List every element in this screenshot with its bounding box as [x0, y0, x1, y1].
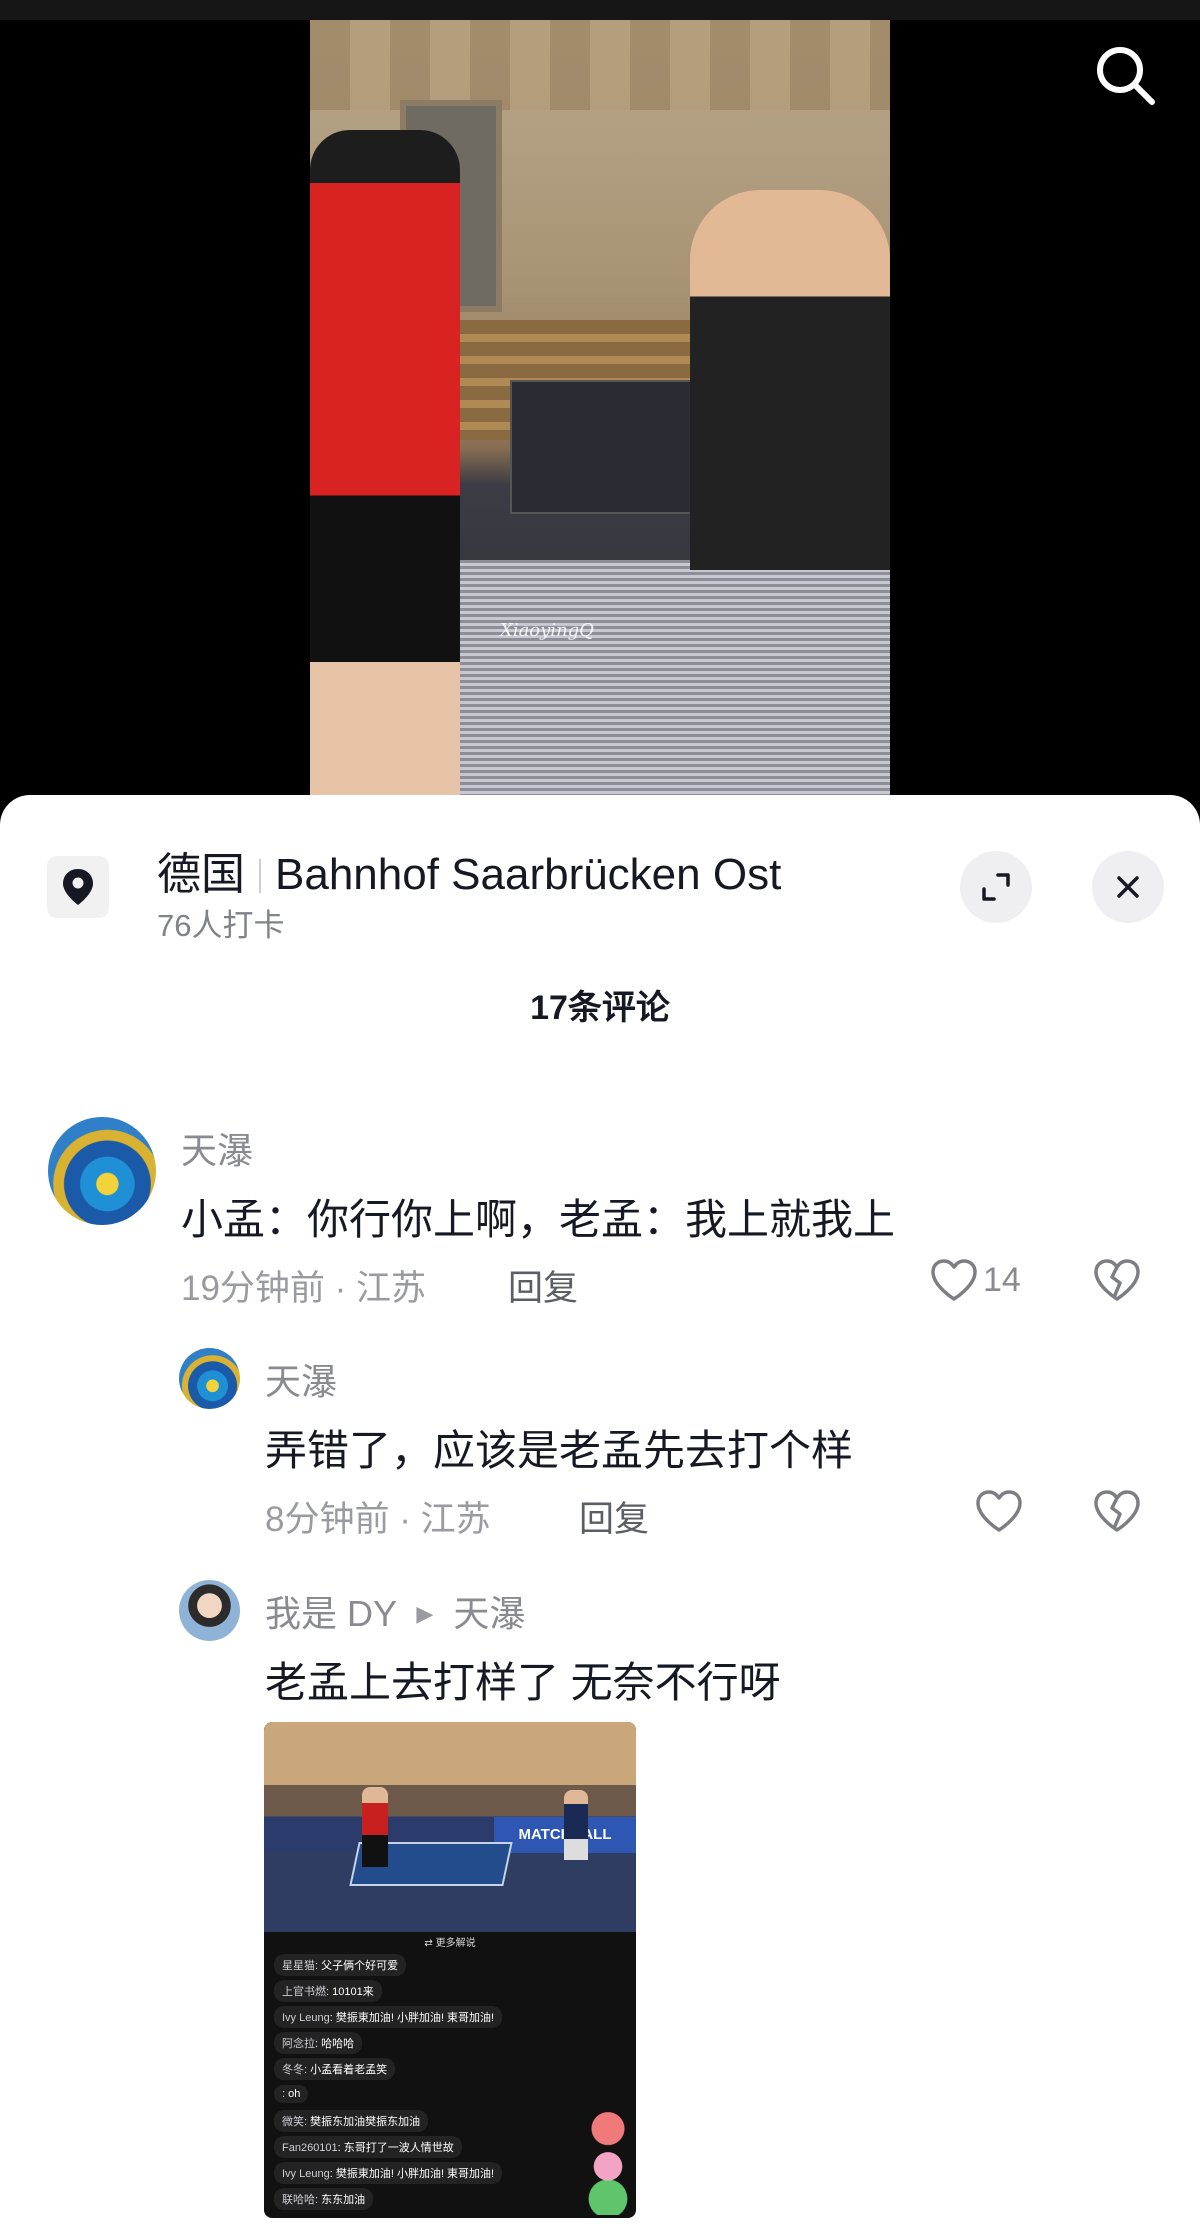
- avatar[interactable]: [179, 1580, 240, 1641]
- reply-to-username[interactable]: 天瀑: [453, 1593, 525, 1634]
- comment-region: 江苏: [356, 1269, 427, 1308]
- video-player[interactable]: XiaoyingQ: [310, 20, 890, 795]
- dislike-button[interactable]: [1092, 1257, 1142, 1308]
- expand-icon: [982, 873, 1010, 901]
- video-board: [440, 560, 890, 795]
- chat-message: 上官书燃: 10101来: [274, 1980, 382, 2002]
- chat-message: 星星猫: 父子俩个好可爱: [274, 1954, 407, 1976]
- reply-button[interactable]: 回复: [579, 1491, 649, 1542]
- comment-text: 小孟：你行你上啊，老孟：我上就我上: [181, 1196, 896, 1243]
- status-bar: [0, 0, 1200, 20]
- title-divider: [259, 859, 261, 893]
- chat-message: Fan260101: 东哥打了一波人情世故: [274, 2136, 462, 2158]
- video-player-figure: [310, 130, 460, 795]
- comment-username-line: 我是 DY ▶ 天瀑: [265, 1585, 525, 1637]
- video-coach-figure: [690, 190, 890, 570]
- heart-icon: [976, 1490, 1022, 1532]
- reply-arrow-icon: ▶: [416, 1601, 434, 1626]
- comment-region: 江苏: [420, 1500, 491, 1539]
- comment-time: 19分钟前: [181, 1269, 325, 1308]
- search-button[interactable]: [1090, 40, 1160, 110]
- comment-count-title: 17条评论: [530, 989, 670, 1027]
- video-ceiling: [310, 20, 890, 110]
- search-icon: [1097, 47, 1155, 105]
- chat-message: Ivy Leung: 樊振東加油! 小胖加油! 東哥加油!: [274, 2162, 503, 2184]
- location-place: Bahnhof Saarbrücken Ost: [275, 850, 782, 899]
- broken-heart-icon: [1094, 1490, 1140, 1532]
- location-pin-icon: [63, 869, 93, 905]
- like-count: 14: [983, 1260, 1021, 1299]
- location-title[interactable]: 德国 Bahnhof Saarbrücken Ost: [157, 838, 781, 902]
- live-chat: 星星猫: 父子俩个好可爱 上官书燃: 10101来 Ivy Leung: 樊振東…: [274, 1954, 564, 2214]
- reply-button[interactable]: 回复: [508, 1260, 578, 1311]
- like-button[interactable]: [974, 1488, 1024, 1534]
- chat-message: Ivy Leung: 樊振東加油! 小胖加油! 東哥加油!: [274, 2006, 503, 2028]
- video-banner: [510, 380, 694, 514]
- checkin-count: 76人打卡: [157, 908, 285, 943]
- sticker-icon: [586, 2107, 630, 2215]
- chat-message: 阿念拉: 哈哈哈: [274, 2032, 363, 2054]
- comment-text: 老孟上去打样了 无奈不行呀: [265, 1659, 781, 1706]
- chat-message: 微笑: 樊振东加油樊振东加油: [274, 2110, 429, 2132]
- chat-message: 冬冬: 小孟看着老孟笑: [274, 2058, 396, 2080]
- avatar[interactable]: [48, 1117, 156, 1225]
- location-country: 德国: [157, 850, 245, 899]
- comment-meta: 8分钟前 · 江苏: [265, 1500, 491, 1539]
- video-watermark: XiaoyingQ: [500, 620, 594, 641]
- comment-username[interactable]: 天瀑: [265, 1353, 337, 1405]
- player-red: [362, 1787, 388, 1867]
- comment-image[interactable]: MATCHBALL ⇄ 更多解说 星星猫: 父子俩个好可爱 上官书燃: 1010…: [264, 1722, 636, 2218]
- chat-message: 联哈哈: 东东加油: [274, 2188, 374, 2210]
- broken-heart-icon: [1094, 1259, 1140, 1301]
- chat-message: : oh: [274, 2085, 309, 2103]
- avatar[interactable]: [179, 1348, 240, 1409]
- close-icon: [1117, 876, 1139, 898]
- dislike-button[interactable]: [1092, 1488, 1142, 1539]
- comment-username[interactable]: 我是 DY: [265, 1593, 396, 1634]
- comment-text: 弄错了，应该是老孟先去打个样: [265, 1427, 854, 1474]
- expand-button[interactable]: [960, 851, 1032, 923]
- player-blue: [564, 1790, 588, 1860]
- comment-time: 8分钟前: [265, 1500, 390, 1539]
- like-button[interactable]: 14: [929, 1257, 1021, 1303]
- location-icon-box: [47, 856, 109, 918]
- close-button[interactable]: [1092, 851, 1164, 923]
- comment-meta: 19分钟前 · 江苏: [181, 1269, 427, 1308]
- comment-username[interactable]: 天瀑: [181, 1122, 253, 1174]
- heart-icon: [931, 1259, 977, 1301]
- more-commentary-label: ⇄ 更多解说: [424, 1938, 476, 1949]
